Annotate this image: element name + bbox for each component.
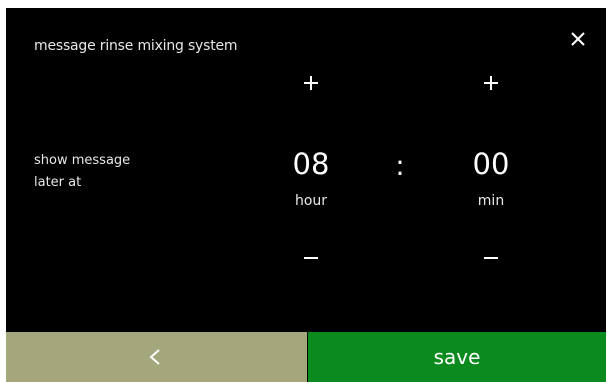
minute-decrement-button[interactable] — [466, 236, 516, 276]
setting-label-line2: later at — [34, 175, 82, 190]
minus-icon — [304, 257, 318, 259]
minute-value[interactable]: 00 — [451, 147, 531, 181]
page-title: message rinse mixing system — [34, 38, 238, 54]
back-button[interactable] — [6, 332, 307, 382]
message-screen: message rinse mixing system show message… — [6, 8, 606, 382]
setting-label-line1: show message — [34, 153, 131, 168]
minute-increment-button[interactable] — [466, 63, 516, 103]
chevron-left-icon — [149, 349, 160, 365]
minute-unit-label: min — [477, 193, 505, 209]
plus-icon — [484, 76, 498, 90]
hour-decrement-button[interactable] — [286, 236, 336, 276]
plus-icon — [304, 76, 318, 90]
hour-increment-button[interactable] — [286, 63, 336, 103]
footer-bar: save — [6, 332, 606, 382]
close-icon — [571, 32, 585, 46]
minus-icon — [484, 257, 498, 259]
hour-unit-label: hour — [294, 193, 328, 209]
close-button[interactable] — [567, 28, 589, 50]
setting-label: show message later at — [34, 150, 204, 194]
hour-value[interactable]: 08 — [271, 147, 351, 181]
time-separator: : — [395, 149, 405, 182]
save-button[interactable]: save — [308, 332, 606, 382]
